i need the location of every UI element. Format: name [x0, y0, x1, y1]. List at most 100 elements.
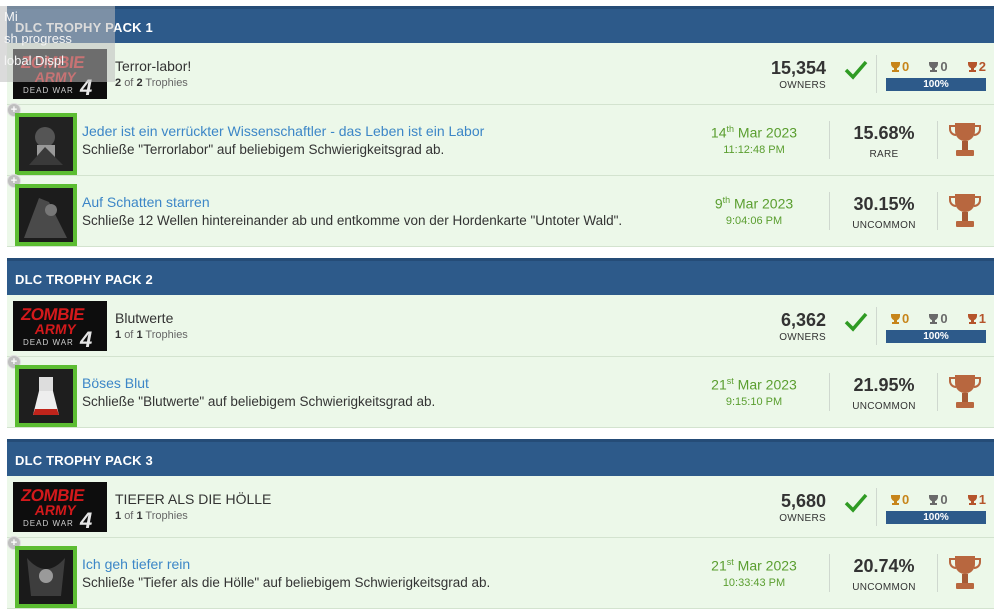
pack-header[interactable]: DLC TROPHY PACK 1 — [7, 6, 994, 43]
divider — [829, 373, 830, 411]
bronze-trophy-icon — [949, 375, 981, 408]
pack-header[interactable]: DLC TROPHY PACK 2 — [7, 258, 994, 295]
pack-summary-row[interactable]: ZOMBIE ARMY DEAD WAR 4 TIEFER ALS DIE HÖ… — [7, 476, 994, 538]
trophy-row[interactable]: + Auf Schatten starren Schließe 12 Welle… — [7, 174, 994, 247]
earned-date: 21st Mar 2023 9:15:10 PM — [694, 376, 814, 408]
owners-label: OWNERS — [779, 513, 826, 524]
divider — [829, 121, 830, 159]
trophy-type-counts: 0 0 2 — [890, 59, 986, 74]
gold-trophy-icon — [891, 61, 900, 72]
trophy-image[interactable] — [15, 113, 77, 175]
group-title[interactable]: Terror-labor! — [115, 58, 191, 74]
overlay-line: lobal Displ — [4, 53, 64, 68]
trophy-description: Schließe "Terrorlabor" auf beliebigem Sc… — [82, 142, 445, 157]
overlay-line: sh progress — [4, 31, 72, 46]
earned-time: 10:33:43 PM — [722, 576, 786, 589]
trophy-percent: 21.95% — [853, 375, 915, 395]
dlc-pack-2: DLC TROPHY PACK 2 ZOMBIE ARMY DEAD WAR 4… — [7, 258, 994, 428]
trophy-type-counts: 0 0 1 — [890, 311, 986, 326]
trophy-image[interactable] — [15, 184, 77, 246]
owners-label: OWNERS — [779, 80, 826, 91]
owners-count: 15,354 — [770, 58, 826, 78]
trophy-rarity: UNCOMMON — [852, 220, 916, 231]
bronze-trophy-icon — [949, 194, 981, 227]
bronze-trophy-icon — [949, 556, 981, 589]
checkmark-icon — [844, 493, 868, 513]
gold-count: 0 — [890, 492, 909, 507]
trophy-row[interactable]: + Ich geh tiefer rein Schließe "Tiefer a… — [7, 536, 994, 609]
divider — [937, 373, 938, 411]
trophy-row[interactable]: + Böses Blut Schließe "Blutwerte" auf be… — [7, 355, 994, 428]
bronze-trophy-icon — [967, 313, 977, 324]
silver-count: 0 — [928, 311, 948, 326]
trophy-description: Schließe "Tiefer als die Hölle" auf beli… — [82, 575, 491, 590]
divider — [829, 192, 830, 230]
divider — [937, 121, 938, 159]
group-trophy-count: 1 of 1 Trophies — [115, 510, 188, 522]
divider — [876, 488, 877, 526]
divider — [829, 554, 830, 592]
silver-count: 0 — [928, 59, 948, 74]
pack-header[interactable]: DLC TROPHY PACK 3 — [7, 439, 994, 476]
dlc-pack-1: DLC TROPHY PACK 1 ZOMBIE ARMY DEAD WAR 4… — [7, 6, 994, 247]
trophy-rarity: UNCOMMON — [852, 401, 916, 412]
game-logo-thumbnail[interactable]: ZOMBIE ARMY DEAD WAR 4 — [13, 482, 107, 532]
bronze-trophy-icon — [949, 123, 981, 156]
divider — [876, 307, 877, 345]
group-title[interactable]: TIEFER ALS DIE HÖLLE — [115, 491, 271, 507]
gold-count: 0 — [890, 311, 909, 326]
silver-trophy-icon — [929, 61, 939, 72]
earned-time: 9:04:06 PM — [725, 214, 783, 227]
progress-bar: 100% — [886, 511, 986, 524]
trophy-rarity: UNCOMMON — [852, 582, 916, 593]
trophy-percent: 20.74% — [853, 556, 915, 576]
bronze-count: 2 — [967, 59, 986, 74]
bronze-count: 1 — [967, 311, 986, 326]
overlay-line: Mi — [4, 9, 18, 24]
group-trophy-count: 2 of 2 Trophies — [115, 77, 188, 89]
silver-trophy-icon — [929, 313, 939, 324]
owners-count: 5,680 — [780, 491, 826, 511]
dlc-pack-3: DLC TROPHY PACK 3 ZOMBIE ARMY DEAD WAR 4… — [7, 439, 994, 609]
owners-count: 6,362 — [780, 310, 826, 330]
trophy-type-counts: 0 0 1 — [890, 492, 986, 507]
earned-date: 14th Mar 2023 11:12:48 PM — [694, 124, 814, 156]
gold-trophy-icon — [891, 494, 900, 505]
divider — [876, 55, 877, 93]
divider — [937, 192, 938, 230]
trophy-image[interactable] — [15, 365, 77, 427]
group-title[interactable]: Blutwerte — [115, 310, 173, 326]
trophy-title-link[interactable]: Jeder ist ein verrückter Wissenschaftler… — [82, 123, 484, 139]
gold-trophy-icon — [891, 313, 900, 324]
trophy-description: Schließe "Blutwerte" auf beliebigem Schw… — [82, 394, 436, 409]
trophy-percent: 15.68% — [853, 123, 915, 143]
earned-date: 21st Mar 2023 10:33:43 PM — [694, 557, 814, 589]
trophy-image[interactable] — [15, 546, 77, 608]
bronze-count: 1 — [967, 492, 986, 507]
progress-bar: 100% — [886, 78, 986, 91]
gold-count: 0 — [890, 59, 909, 74]
trophy-row[interactable]: + Jeder ist ein verrückter Wissenschaftl… — [7, 103, 994, 176]
trophy-rarity: RARE — [869, 149, 899, 160]
earned-date: 9th Mar 2023 9:04:06 PM — [694, 195, 814, 227]
silver-trophy-icon — [929, 494, 939, 505]
pack-summary-row[interactable]: ZOMBIE ARMY DEAD WAR 4 Terror-labor! 2 o… — [7, 43, 994, 105]
game-logo-thumbnail[interactable]: ZOMBIE ARMY DEAD WAR 4 — [13, 301, 107, 351]
bronze-trophy-icon — [967, 494, 977, 505]
trophy-title-link[interactable]: Böses Blut — [82, 375, 149, 391]
checkmark-icon — [844, 60, 868, 80]
earned-time: 11:12:48 PM — [723, 143, 785, 156]
checkmark-icon — [844, 312, 868, 332]
trophy-title-link[interactable]: Ich geh tiefer rein — [82, 556, 190, 572]
trophy-title-link[interactable]: Auf Schatten starren — [82, 194, 210, 210]
bronze-trophy-icon — [967, 61, 977, 72]
earned-time: 9:15:10 PM — [725, 395, 783, 408]
pack-summary-row[interactable]: ZOMBIE ARMY DEAD WAR 4 Blutwerte 1 of 1 … — [7, 295, 994, 357]
divider — [937, 554, 938, 592]
group-trophy-count: 1 of 1 Trophies — [115, 329, 188, 341]
trophy-description: Schließe 12 Wellen hintereinander ab und… — [82, 213, 623, 228]
progress-bar: 100% — [886, 330, 986, 343]
trophy-percent: 30.15% — [853, 194, 915, 214]
faded-overlay-menu[interactable]: Mi sh progress lobal Displ — [0, 6, 115, 82]
silver-count: 0 — [928, 492, 948, 507]
